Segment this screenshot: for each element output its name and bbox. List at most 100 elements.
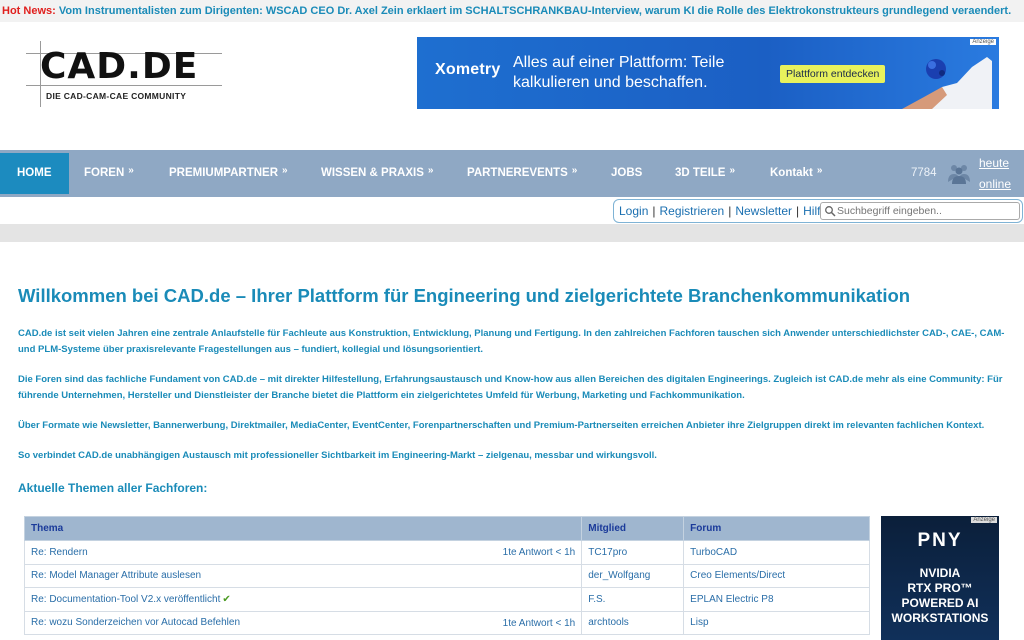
side-ad-line: RTX PRO™ bbox=[907, 581, 973, 595]
member-link[interactable]: archtools bbox=[588, 617, 629, 628]
hot-news-label: Hot News: bbox=[2, 5, 56, 17]
side-ad-brand: PNY bbox=[917, 530, 963, 551]
login-link[interactable]: Login bbox=[619, 204, 648, 218]
forum-link[interactable]: EPLAN Electric P8 bbox=[690, 594, 773, 605]
search-box bbox=[820, 202, 1020, 220]
online-count: 7784 bbox=[911, 167, 937, 179]
users-online-icon bbox=[948, 165, 970, 184]
forum-link[interactable]: TurboCAD bbox=[690, 547, 737, 558]
nav-3d-teile-label: 3D TEILE bbox=[675, 167, 726, 179]
chevron-icon: » bbox=[816, 165, 823, 176]
logo-tagline: DIE CAD-CAM-CAE COMMUNITY bbox=[46, 91, 187, 101]
topic-cell: Re: Rendern 1te Antwort < 1h bbox=[23, 540, 583, 565]
separator: | bbox=[796, 204, 800, 218]
member-link[interactable]: F.S. bbox=[588, 594, 605, 605]
chevron-icon: » bbox=[427, 165, 434, 176]
nav-foren[interactable]: FOREN» bbox=[84, 150, 134, 197]
topic-link[interactable]: Re: Documentation-Tool V2.x veröffentlic… bbox=[31, 594, 220, 605]
nav-jobs[interactable]: JOBS bbox=[611, 150, 642, 197]
intro-paragraph-2: Die Foren sind das fachliche Fundament v… bbox=[18, 374, 1003, 401]
nav-foren-label: FOREN bbox=[84, 167, 125, 179]
newsletter-link[interactable]: Newsletter bbox=[735, 204, 792, 218]
nav-premiumpartner[interactable]: PREMIUMPARTNER» bbox=[169, 150, 288, 197]
search-input[interactable] bbox=[837, 204, 1015, 218]
nav-kontakt-label: Kontakt bbox=[770, 167, 813, 179]
table-header-row: Thema Mitglied Forum bbox=[23, 516, 870, 541]
column-header-member[interactable]: Mitglied bbox=[581, 516, 685, 541]
topic-link[interactable]: Re: wozu Sonderzeichen vor Autocad Befeh… bbox=[31, 617, 240, 628]
online-today-link[interactable]: heute bbox=[979, 156, 1019, 170]
member-cell: der_Wolfgang bbox=[581, 563, 685, 588]
nav-wissen-praxis[interactable]: WISSEN & PRAXIS» bbox=[321, 150, 433, 197]
section-title-current-topics: Aktuelle Themen aller Fachforen: bbox=[18, 481, 208, 495]
chevron-icon: » bbox=[571, 165, 578, 176]
nav-partnerevents[interactable]: PARTNEREVENTS» bbox=[467, 150, 577, 197]
banner-brand: Xometry bbox=[435, 61, 501, 78]
register-link[interactable]: Registrieren bbox=[660, 204, 725, 218]
chevron-icon: » bbox=[282, 165, 288, 176]
intro-paragraph-3: Über Formate wie Newsletter, Bannerwerbu… bbox=[18, 420, 985, 431]
main-nav: HOME FOREN» PREMIUMPARTNER» WISSEN & PRA… bbox=[0, 150, 1024, 197]
member-cell: archtools bbox=[581, 610, 685, 635]
nav-jobs-label: JOBS bbox=[611, 167, 643, 179]
intro-paragraph-4: So verbindet CAD.de unabhängigen Austaus… bbox=[18, 450, 657, 461]
intro-paragraph-1: CAD.de ist seit vielen Jahren eine zentr… bbox=[18, 328, 1005, 355]
side-banner-ad[interactable]: Anzeige PNY NVIDIA RTX PRO™ POWERED AI W… bbox=[881, 516, 999, 640]
topic-link[interactable]: Re: Rendern bbox=[31, 547, 88, 558]
side-ad-line: POWERED AI bbox=[901, 596, 979, 610]
column-header-topic[interactable]: Thema bbox=[23, 516, 583, 541]
forum-cell: Creo Elements/Direct bbox=[683, 563, 870, 588]
topic-cell: Re: Model Manager Attribute auslesen bbox=[23, 563, 583, 588]
search-icon bbox=[825, 206, 836, 217]
nav-kontakt[interactable]: Kontakt» bbox=[770, 150, 822, 197]
table-row: Re: wozu Sonderzeichen vor Autocad Befeh… bbox=[23, 610, 870, 635]
gray-divider-bar bbox=[0, 224, 1024, 242]
separator: | bbox=[652, 204, 656, 218]
nav-home-label: HOME bbox=[17, 167, 52, 179]
side-ad-line: WORKSTATIONS bbox=[891, 611, 989, 625]
table-row: Re: Rendern 1te Antwort < 1h TC17pro Turb… bbox=[23, 540, 870, 565]
table-row: Re: Documentation-Tool V2.x veröffentlic… bbox=[23, 587, 870, 612]
chevron-icon: » bbox=[128, 165, 134, 176]
forum-link[interactable]: Creo Elements/Direct bbox=[690, 570, 785, 581]
answer-info: 1te Antwort < 1h bbox=[502, 547, 576, 558]
nav-3d-teile[interactable]: 3D TEILE» bbox=[675, 150, 735, 197]
column-header-forum[interactable]: Forum bbox=[683, 516, 870, 541]
online-link[interactable]: online bbox=[979, 177, 1019, 191]
member-link[interactable]: TC17pro bbox=[588, 547, 627, 558]
side-ad-text: NVIDIA RTX PRO™ POWERED AI WORKSTATIONS bbox=[881, 566, 999, 626]
nav-wissen-praxis-label: WISSEN & PRAXIS bbox=[321, 167, 424, 179]
banner-title: Alles auf einer Plattform: Teile kalkuli… bbox=[513, 54, 725, 91]
topic-cell: Re: wozu Sonderzeichen vor Autocad Befeh… bbox=[23, 610, 583, 635]
topic-cell: Re: Documentation-Tool V2.x veröffentlic… bbox=[23, 587, 583, 612]
nav-home[interactable]: HOME bbox=[0, 153, 69, 194]
banner-ad-label: Anzeige bbox=[970, 39, 996, 45]
forum-cell: Lisp bbox=[683, 610, 870, 635]
forum-cell: EPLAN Electric P8 bbox=[683, 587, 870, 612]
chevron-icon: » bbox=[729, 165, 736, 176]
banner-cta-button[interactable]: Plattform entdecken bbox=[780, 65, 886, 83]
page-title: Willkommen bei CAD.de – Ihrer Plattform … bbox=[18, 285, 911, 306]
side-ad-label: Anzeige bbox=[971, 517, 997, 523]
top-banner-ad[interactable]: Xometry Alles auf einer Plattform: Teile… bbox=[417, 37, 999, 109]
logo-text: CAD.DE bbox=[40, 46, 199, 87]
answer-info: 1te Antwort < 1h bbox=[502, 617, 576, 629]
side-ad-line: NVIDIA bbox=[919, 566, 961, 580]
forum-topics-table: Thema Mitglied Forum Re: Rendern 1te Antw… bbox=[23, 516, 870, 635]
separator: | bbox=[728, 204, 732, 218]
member-cell: F.S. bbox=[581, 587, 685, 612]
hot-news-bar: Hot News: Vom Instrumentalisten zum Diri… bbox=[0, 0, 1024, 22]
glove-hand-image bbox=[902, 57, 992, 109]
nav-premiumpartner-label: PREMIUMPARTNER bbox=[169, 167, 279, 179]
hot-news-link[interactable]: Vom Instrumentalisten zum Dirigenten: WS… bbox=[59, 5, 1011, 17]
site-logo[interactable]: CAD.DE DIE CAD-CAM-CAE COMMUNITY bbox=[26, 41, 226, 109]
forum-link[interactable]: Lisp bbox=[690, 617, 708, 628]
topic-link[interactable]: Re: Model Manager Attribute auslesen bbox=[31, 570, 201, 581]
user-toolbar: Login|Registrieren|Newsletter|Hilfe| bbox=[613, 199, 1023, 223]
member-link[interactable]: der_Wolfgang bbox=[588, 570, 650, 581]
user-links: Login|Registrieren|Newsletter|Hilfe| bbox=[619, 204, 838, 218]
solved-check-icon: ✔ bbox=[222, 593, 231, 605]
forum-cell: TurboCAD bbox=[683, 540, 870, 565]
nav-partnerevents-label: PARTNEREVENTS bbox=[467, 167, 568, 179]
table-row: Re: Model Manager Attribute auslesen der… bbox=[23, 563, 870, 588]
